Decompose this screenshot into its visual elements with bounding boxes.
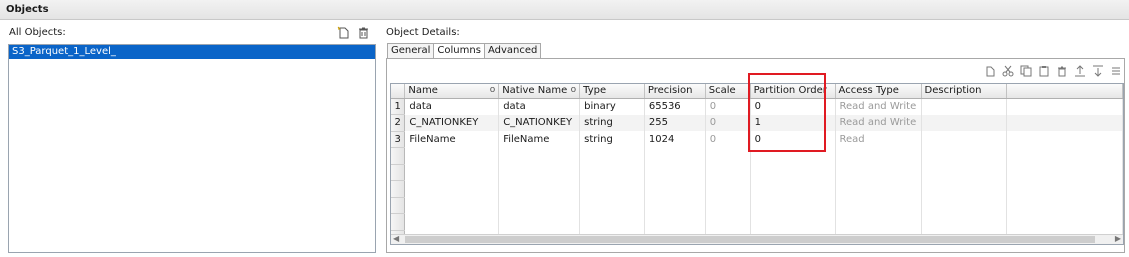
cell-access-type[interactable]: Read — [835, 131, 922, 148]
new-object-icon[interactable] — [336, 25, 350, 39]
cell-name[interactable]: C_NATIONKEY — [404, 114, 500, 131]
columns-panel: Name o Native Name o Type Precision Scale … — [386, 58, 1125, 253]
table-row[interactable]: 1 data data binary 65536 0 0 Read and Wr… — [391, 98, 1123, 115]
cell-native-name[interactable]: FileName — [498, 131, 581, 148]
tab-advanced[interactable]: Advanced — [483, 43, 542, 58]
column-header-partition-order[interactable]: Partition Order — [750, 84, 836, 99]
cell-partition-order[interactable]: 0 — [750, 131, 836, 148]
column-header-access-type[interactable]: Access Type — [835, 84, 922, 99]
column-header-name[interactable]: Name o — [404, 84, 500, 99]
cell-description[interactable] — [921, 98, 1008, 115]
empty-row[interactable] — [391, 180, 1123, 198]
move-down-icon[interactable] — [1091, 64, 1104, 77]
row-number[interactable]: 3 — [391, 131, 406, 148]
more-options-icon[interactable] — [1109, 64, 1122, 77]
columns-grid[interactable]: Name o Native Name o Type Precision Scale … — [390, 83, 1124, 245]
columns-table: Name o Native Name o Type Precision Scale … — [391, 84, 1123, 244]
row-number[interactable]: 1 — [391, 98, 406, 115]
columns-toolbar — [983, 64, 1122, 77]
cell-type[interactable]: string — [579, 131, 645, 148]
tab-columns[interactable]: Columns — [433, 43, 485, 59]
move-up-icon[interactable] — [1073, 64, 1086, 77]
column-header-native-name[interactable]: Native Name o — [498, 84, 581, 99]
table-header-row: Name o Native Name o Type Precision Scale … — [391, 84, 1123, 99]
objects-header: Objects — [0, 0, 1129, 20]
cell-partition-order[interactable]: 1 — [750, 114, 836, 131]
cell-scale[interactable]: 0 — [705, 98, 751, 115]
objects-header-title: Objects — [6, 4, 49, 15]
cell-precision[interactable]: 1024 — [644, 131, 706, 148]
cell-partition-order[interactable]: 0 — [750, 98, 836, 115]
column-header-empty — [1006, 84, 1123, 99]
delete-column-icon[interactable] — [1055, 64, 1068, 77]
all-objects-label: All Objects: — [9, 27, 66, 38]
cell-name[interactable]: FileName — [404, 131, 500, 148]
cell-type[interactable]: string — [579, 114, 645, 131]
table-row[interactable]: 3 FileName FileName string 1024 0 0 Read — [391, 131, 1123, 148]
scrollbar-thumb[interactable] — [405, 236, 1095, 243]
empty-row[interactable] — [391, 197, 1123, 214]
column-header-precision[interactable]: Precision — [644, 84, 706, 99]
column-header-type[interactable]: Type — [579, 84, 645, 99]
horizontal-scrollbar[interactable]: ◀ ▶ — [391, 234, 1123, 244]
cell-precision[interactable]: 65536 — [644, 98, 706, 115]
copy-icon[interactable] — [1019, 64, 1032, 77]
empty-row[interactable] — [391, 164, 1123, 181]
column-header-scale[interactable]: Scale — [705, 84, 751, 99]
cut-icon[interactable] — [1001, 64, 1014, 77]
cell-scale[interactable]: 0 — [705, 131, 751, 148]
object-details-label: Object Details: — [386, 27, 460, 38]
empty-row[interactable] — [391, 147, 1123, 165]
tab-general[interactable]: General — [387, 43, 435, 58]
cell-description[interactable] — [921, 131, 1008, 148]
new-column-icon[interactable] — [983, 64, 996, 77]
row-number[interactable]: 2 — [391, 114, 406, 132]
scroll-right-icon[interactable]: ▶ — [1115, 234, 1121, 243]
cell-native-name[interactable]: data — [498, 98, 581, 115]
objects-list[interactable]: S3_Parquet_1_Level_ — [8, 44, 376, 253]
empty-row[interactable] — [391, 213, 1123, 231]
details-tabs: General Columns Advanced — [387, 43, 542, 59]
paste-icon[interactable] — [1037, 64, 1050, 77]
column-header-description[interactable]: Description — [921, 84, 1008, 99]
scroll-left-icon[interactable]: ◀ — [393, 234, 399, 243]
cell-scale[interactable]: 0 — [705, 114, 751, 131]
all-objects-toolbar — [336, 25, 370, 39]
cell-access-type[interactable]: Read and Write — [835, 98, 922, 115]
row-number-header — [391, 84, 406, 99]
cell-type[interactable]: binary — [579, 98, 645, 115]
cell-access-type[interactable]: Read and Write — [835, 114, 922, 131]
cell-description[interactable] — [921, 114, 1008, 131]
cell-precision[interactable]: 255 — [644, 114, 706, 131]
object-item-selected[interactable]: S3_Parquet_1_Level_ — [9, 45, 375, 59]
cell-native-name[interactable]: C_NATIONKEY — [498, 114, 581, 131]
delete-object-icon[interactable] — [356, 25, 370, 39]
table-row[interactable]: 2 C_NATIONKEY C_NATIONKEY string 255 0 1… — [391, 114, 1123, 132]
cell-name[interactable]: data — [404, 98, 500, 115]
